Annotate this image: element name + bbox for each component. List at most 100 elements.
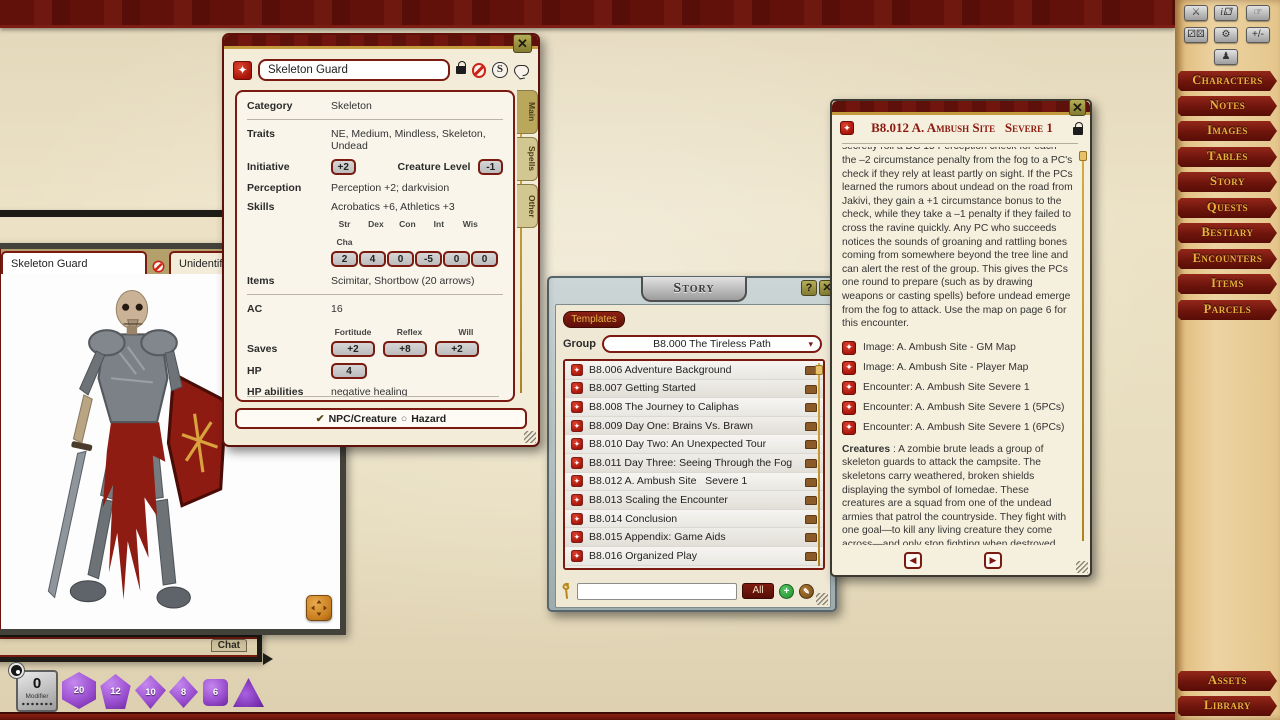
- story-entry-row[interactable]: ✦B8.011 Day Three: Seeing Through the Fo…: [565, 454, 823, 473]
- npc-sheet-window[interactable]: ✕ ✦ S CategorySkeleton TraitsNE, Medium,…: [222, 33, 540, 447]
- link-encounter-1[interactable]: ✦Encounter: A. Ambush Site Severe 1: [842, 381, 1074, 395]
- list-scrollbar[interactable]: [818, 363, 820, 566]
- lock-icon[interactable]: [1073, 127, 1083, 135]
- character-icon[interactable]: ♟: [1214, 49, 1238, 65]
- identify-dice-icon[interactable]: i⚁: [1214, 5, 1238, 21]
- tab-main[interactable]: Main: [517, 90, 538, 134]
- entry-text[interactable]: secretly roll a DC 15 Perception check f…: [842, 147, 1074, 545]
- d10-die[interactable]: 10: [135, 675, 166, 709]
- search-input[interactable]: [577, 583, 737, 600]
- story-entry-row[interactable]: ✦B8.008 The Journey to Caliphas: [565, 398, 823, 417]
- perception-value[interactable]: Perception +2; darkvision: [331, 182, 449, 194]
- close-button[interactable]: ✕: [513, 34, 532, 53]
- chat-entry-bar[interactable]: Chat: [0, 632, 262, 662]
- tab-spells[interactable]: Spells: [517, 137, 538, 181]
- close-button[interactable]: ✕: [1069, 99, 1086, 116]
- tab-other[interactable]: Other: [517, 184, 538, 228]
- sidebar-item-assets[interactable]: Assets: [1178, 671, 1277, 691]
- book-icon[interactable]: [805, 385, 817, 394]
- chat-tab[interactable]: Chat: [211, 639, 247, 652]
- next-page-button[interactable]: ▶: [984, 552, 1002, 569]
- pointer-icon[interactable]: ☞: [1246, 5, 1270, 21]
- modifiers-icon[interactable]: +/-: [1246, 27, 1270, 43]
- link-player-map[interactable]: ✦Image: A. Ambush Site - Player Map: [842, 361, 1074, 375]
- sidebar-item-library[interactable]: Library: [1178, 696, 1277, 716]
- edit-button[interactable]: ✎: [799, 584, 814, 599]
- traits-value[interactable]: NE, Medium, Mindless, Skeleton, Undead: [331, 128, 503, 152]
- resize-grip[interactable]: [524, 431, 536, 443]
- pan-image-button[interactable]: [306, 595, 332, 621]
- sidebar-item-characters[interactable]: Characters: [1178, 71, 1277, 91]
- sidebar-item-bestiary[interactable]: Bestiary: [1178, 223, 1277, 243]
- radio-hazard-label[interactable]: Hazard: [411, 413, 446, 425]
- d20-die[interactable]: 20: [62, 672, 96, 709]
- book-icon[interactable]: [805, 403, 817, 412]
- book-icon[interactable]: [805, 440, 817, 449]
- book-icon[interactable]: [805, 552, 817, 561]
- book-icon[interactable]: [805, 478, 817, 487]
- con-value[interactable]: 0: [387, 251, 414, 267]
- sidebar-item-story[interactable]: Story: [1178, 172, 1277, 192]
- fortitude-value[interactable]: +2: [331, 341, 375, 357]
- speak-initial-icon[interactable]: S: [492, 62, 507, 78]
- lock-icon[interactable]: [456, 66, 466, 74]
- story-entry-row[interactable]: ✦B8.015 Appendix: Game Aids: [565, 528, 823, 547]
- chat-bubble-icon[interactable]: [514, 65, 529, 76]
- radio-unchecked-icon[interactable]: ○: [401, 413, 407, 425]
- creature-level-value[interactable]: -1: [478, 159, 503, 175]
- reflex-value[interactable]: +8: [383, 341, 427, 357]
- sidebar-item-notes[interactable]: Notes: [1178, 96, 1277, 116]
- category-value[interactable]: Skeleton: [331, 100, 372, 112]
- prev-page-button[interactable]: ◀: [904, 552, 922, 569]
- radio-checked-icon[interactable]: ✔: [316, 413, 325, 425]
- story-entry-window-ambush-site[interactable]: ✕ ✦ B8.012 A. Ambush Site Severe 1 secre…: [830, 99, 1092, 577]
- book-icon[interactable]: [805, 515, 817, 524]
- npc-name-input[interactable]: [258, 59, 450, 81]
- story-entry-row[interactable]: ✦B8.010 Day Two: An Unexpected Tour: [565, 435, 823, 454]
- d4-die[interactable]: [233, 678, 264, 707]
- options-gear-icon[interactable]: ⚙: [1214, 27, 1238, 43]
- modifier-box[interactable]: 0 Modifier: [16, 670, 58, 712]
- resize-grip[interactable]: [1076, 561, 1088, 573]
- story-list-window[interactable]: Story ? ✕ Templates Group B8.000 The Tir…: [547, 276, 837, 612]
- d6-die[interactable]: 6: [203, 679, 228, 706]
- sidebar-item-items[interactable]: Items: [1178, 274, 1277, 294]
- book-icon[interactable]: [805, 496, 817, 505]
- story-entry-row[interactable]: ✦B8.016 Organized Play: [565, 547, 823, 566]
- initiative-value[interactable]: +2: [331, 159, 356, 175]
- npc-link-icon[interactable]: ✦: [233, 61, 252, 80]
- book-icon[interactable]: [805, 533, 817, 542]
- hp-value[interactable]: 4: [331, 363, 367, 379]
- dice-pair-icon[interactable]: ⚂⚄: [1184, 27, 1208, 43]
- radio-npc-creature-label[interactable]: NPC/Creature: [329, 413, 397, 425]
- add-entry-button[interactable]: +: [779, 584, 794, 599]
- book-icon[interactable]: [805, 459, 817, 468]
- sidebar-item-tables[interactable]: Tables: [1178, 147, 1277, 167]
- skills-value[interactable]: Acrobatics +6, Athletics +3: [331, 201, 455, 213]
- will-value[interactable]: +2: [435, 341, 479, 357]
- int-value[interactable]: -5: [415, 251, 442, 267]
- story-entry-row[interactable]: ✦B8.006 Adventure Background: [565, 361, 823, 380]
- filter-all-button[interactable]: All: [742, 583, 774, 599]
- modifier-gear-icon[interactable]: [9, 663, 24, 678]
- story-entry-row[interactable]: ✦B8.013 Scaling the Encounter: [565, 491, 823, 510]
- group-dropdown[interactable]: B8.000 The Tireless Path ▾: [602, 335, 822, 353]
- sidebar-item-encounters[interactable]: Encounters: [1178, 249, 1277, 269]
- story-entry-row[interactable]: ✦B8.012 A. Ambush Site Severe 1: [565, 473, 823, 492]
- dex-value[interactable]: 4: [359, 251, 386, 267]
- story-entry-row[interactable]: ✦B8.014 Conclusion: [565, 510, 823, 529]
- cha-value[interactable]: 0: [471, 251, 498, 267]
- sidebar-item-quests[interactable]: Quests: [1178, 198, 1277, 218]
- sidebar-item-images[interactable]: Images: [1178, 121, 1277, 141]
- sidebar-item-parcels[interactable]: Parcels: [1178, 300, 1277, 320]
- link-encounter-6pc[interactable]: ✦Encounter: A. Ambush Site Severe 1 (6PC…: [842, 421, 1074, 435]
- str-value[interactable]: 2: [331, 251, 358, 267]
- story-entry-row[interactable]: ✦B8.007 Getting Started: [565, 380, 823, 399]
- help-button[interactable]: ?: [801, 280, 817, 296]
- resize-grip[interactable]: [816, 593, 828, 605]
- book-icon[interactable]: [805, 422, 817, 431]
- templates-button[interactable]: Templates: [563, 311, 625, 328]
- entry-scrollbar[interactable]: [1082, 151, 1084, 541]
- story-entry-row[interactable]: ✦B8.017 OGL & Paizo Inc. Poster: [565, 566, 823, 570]
- d8-die[interactable]: 8: [169, 676, 198, 708]
